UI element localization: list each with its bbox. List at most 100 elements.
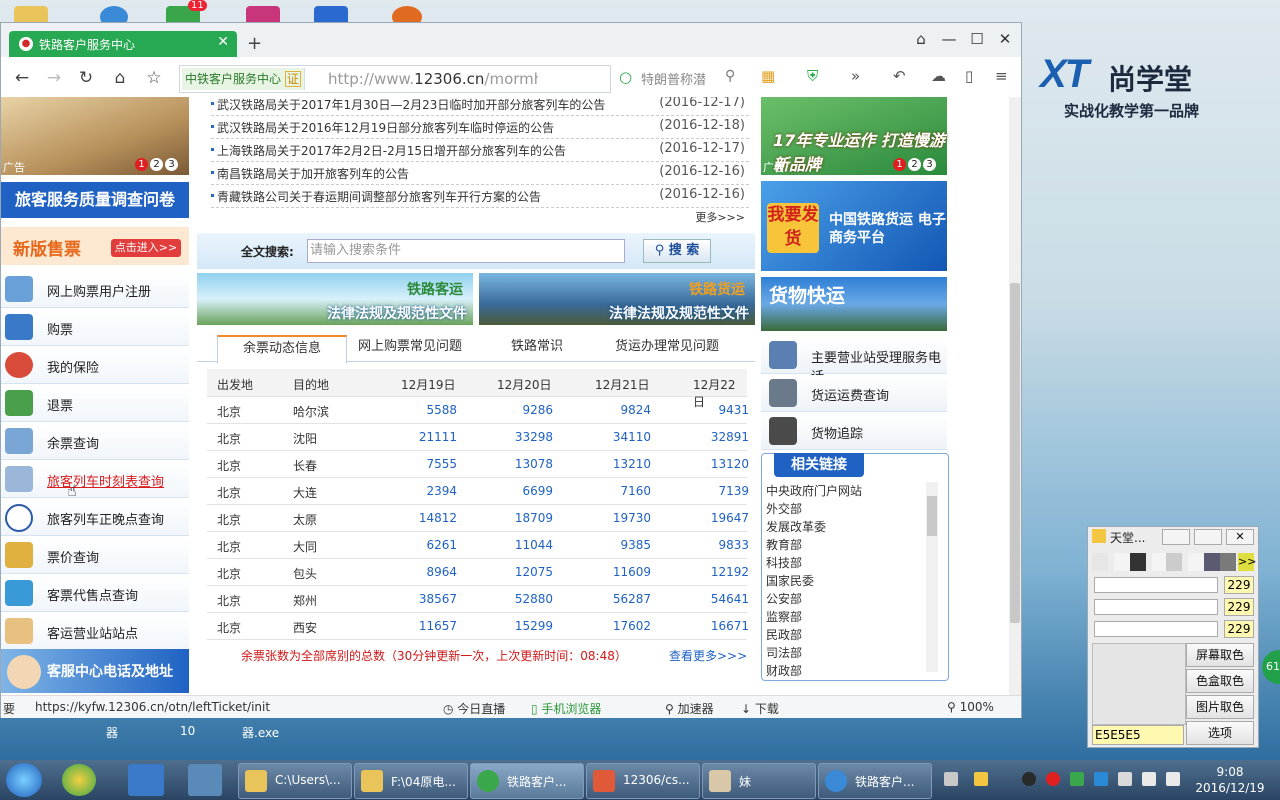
zoom-level[interactable]: ⚲ 100%	[947, 700, 994, 714]
menu-timetable[interactable]: 旅客列车时刻表查询 ☝	[1, 461, 189, 500]
taskbar-item[interactable]: C:\Users\...	[238, 763, 352, 799]
color-swatch[interactable]	[1188, 553, 1204, 571]
related-link[interactable]: 民政部	[766, 626, 926, 644]
explorer-pin-icon[interactable]	[188, 764, 222, 796]
start-button[interactable]	[6, 763, 42, 797]
menu-remaining[interactable]: 余票查询	[1, 423, 189, 460]
tab-12306[interactable]: ● 铁路客户服务中心 ✕	[9, 31, 237, 57]
related-link[interactable]: 教育部	[766, 536, 926, 554]
related-link[interactable]: 发展改革委	[766, 518, 926, 536]
usb-tray-icon[interactable]	[1118, 772, 1132, 786]
close-window-icon[interactable]: ✕	[993, 29, 1017, 49]
taskbar-item-active[interactable]: 铁路客户...	[470, 763, 584, 799]
related-link[interactable]: 公安部	[766, 590, 926, 608]
accelerator-link[interactable]: ⚲ 加速器	[665, 700, 714, 717]
banner-dot[interactable]: 3	[165, 158, 178, 171]
close-tab-icon[interactable]: ✕	[217, 34, 229, 50]
news-item[interactable]: 青藏铁路公司关于春运期间调整部分旅客列车开行方案的公告 (2016-12-16)	[211, 185, 749, 208]
home-icon[interactable]: ⌂	[109, 67, 131, 89]
color-swatch[interactable]	[1130, 553, 1146, 571]
site-identity[interactable]: 中铁客户服务中心 证	[182, 68, 305, 90]
color-swatch[interactable]	[1166, 553, 1182, 571]
color-swatch[interactable]	[1220, 553, 1236, 571]
qq-tray-icon[interactable]	[1022, 772, 1036, 786]
news-item[interactable]: 武汉铁路局关于2017年1月30日—2月23日临时加开部分旅客列车的公告 (201…	[211, 97, 749, 116]
taskbar-item[interactable]: 12306/cs...	[586, 763, 700, 799]
more-swatches-button[interactable]: >>	[1238, 553, 1256, 571]
forward-icon[interactable]: →	[43, 67, 65, 89]
red-slider[interactable]	[1094, 577, 1218, 593]
minimize-icon[interactable]	[1162, 529, 1190, 545]
menu-register[interactable]: 网上购票用户注册	[1, 271, 189, 308]
enter-button[interactable]: 点击进入>>	[111, 239, 181, 257]
taskbar-item[interactable]: F:\04原电...	[354, 763, 468, 799]
new-ticket-banner[interactable]: 新版售票 点击进入>>	[1, 227, 189, 265]
green-slider[interactable]	[1094, 599, 1218, 615]
related-link[interactable]: 财政部	[766, 662, 926, 680]
service-center-banner[interactable]: 客服中心电话及地址	[1, 649, 189, 693]
desktop-pin-icon[interactable]	[128, 764, 164, 796]
color-swatch[interactable]	[1092, 553, 1108, 571]
express-freight-banner[interactable]: 货物快运	[761, 277, 947, 331]
menu-icon[interactable]: ≡	[995, 67, 1008, 85]
apps-icon[interactable]: ▦	[761, 67, 775, 85]
scroll-thumb[interactable]	[1010, 283, 1020, 623]
tab-remaining-tickets[interactable]: 余票动态信息	[217, 335, 347, 364]
more-icon[interactable]: »	[851, 67, 860, 85]
links-scrollbar[interactable]	[926, 482, 938, 672]
related-link[interactable]: 国家民委	[766, 572, 926, 590]
banner-dot[interactable]: 2	[150, 158, 163, 171]
undo-icon[interactable]: ↶	[893, 67, 906, 85]
ship-goods-button[interactable]: 我要发货	[767, 203, 819, 253]
cargo-tracking-link[interactable]: 货物追踪	[761, 413, 947, 450]
blue-slider[interactable]	[1094, 621, 1218, 637]
address-bar[interactable]: 中铁客户服务中心 证 http://www.12306.cn/mormh	[179, 65, 611, 93]
page-scrollbar[interactable]	[1009, 97, 1021, 695]
survey-banner[interactable]: 旅客服务质量调查问卷	[1, 182, 189, 218]
close-icon[interactable]: ✕	[1226, 529, 1254, 545]
shield-icon[interactable]: ⛨	[807, 67, 818, 85]
red-value[interactable]: 229	[1224, 576, 1254, 594]
new-tab-icon[interactable]: +	[247, 33, 262, 54]
menu-refund[interactable]: 退票	[1, 385, 189, 422]
related-link[interactable]: 监察部	[766, 608, 926, 626]
menu-agency[interactable]: 客票代售点查询	[1, 575, 189, 612]
related-link[interactable]: 科技部	[766, 554, 926, 572]
color-swatch[interactable]	[1114, 553, 1130, 571]
minimize-icon[interactable]: —	[937, 29, 961, 49]
back-icon[interactable]: ←	[11, 67, 33, 89]
news-more-link[interactable]: 更多>>>	[695, 209, 745, 225]
skin-icon[interactable]: ⌂	[909, 29, 933, 49]
news-item[interactable]: 上海铁路局关于2017年2月2日-2月15日增开部分旅客列车的公告 (2016-1…	[211, 139, 749, 162]
refresh-icon[interactable]: ↻	[75, 67, 97, 89]
keyboard-tray-icon[interactable]	[944, 772, 958, 786]
passenger-law-banner[interactable]: 铁路客运 法律法规及规范性文件	[197, 273, 473, 325]
security-tray-icon[interactable]	[1070, 772, 1084, 786]
browser-search-box[interactable]: ○ 特朗普称潜 ⚲	[613, 65, 743, 91]
phone-icon[interactable]: ▯	[965, 67, 973, 85]
ad-banner-left[interactable]: 广告 123	[1, 97, 189, 175]
menu-insurance[interactable]: 我的保险	[1, 347, 189, 384]
tab-freight-faq[interactable]: 货运办理常见问题	[597, 335, 737, 361]
green-value[interactable]: 229	[1224, 598, 1254, 616]
floating-badge[interactable]: 61	[1262, 650, 1280, 684]
chrome-pin-icon[interactable]	[62, 764, 96, 796]
news-item[interactable]: 南昌铁路局关于加开旅客列车的公告 (2016-12-16)	[211, 162, 749, 185]
image-pick-button[interactable]: 图片取色	[1186, 695, 1254, 719]
stop-tray-icon[interactable]	[1046, 772, 1060, 786]
tab-railway-knowledge[interactable]: 铁路常识	[487, 335, 587, 361]
check-tray-icon[interactable]	[1094, 772, 1108, 786]
freight-ecommerce-banner[interactable]: 我要发货 中国铁路货运 电子商务平台	[761, 181, 947, 271]
live-link[interactable]: ◷ 今日直播	[443, 700, 505, 717]
download-link[interactable]: ↓ 下载	[741, 700, 779, 717]
news-item[interactable]: 武汉铁路局关于2016年12月19日部分旅客列车临时停运的公告 (2016-12-…	[211, 116, 749, 139]
search-input[interactable]: 请输入搜索条件	[307, 239, 625, 263]
hex-value[interactable]: E5E5E5	[1092, 725, 1184, 745]
freight-law-banner[interactable]: 铁路货运 法律法规及规范性文件	[479, 273, 755, 325]
color-swatch[interactable]	[1204, 553, 1220, 571]
network-tray-icon[interactable]	[1142, 772, 1156, 786]
menu-price[interactable]: 票价查询	[1, 537, 189, 574]
box-pick-button[interactable]: 色盒取色	[1186, 669, 1254, 693]
screen-pick-button[interactable]: 屏幕取色	[1186, 643, 1254, 667]
mobile-browser-link[interactable]: ▯ 手机浏览器	[531, 700, 601, 717]
